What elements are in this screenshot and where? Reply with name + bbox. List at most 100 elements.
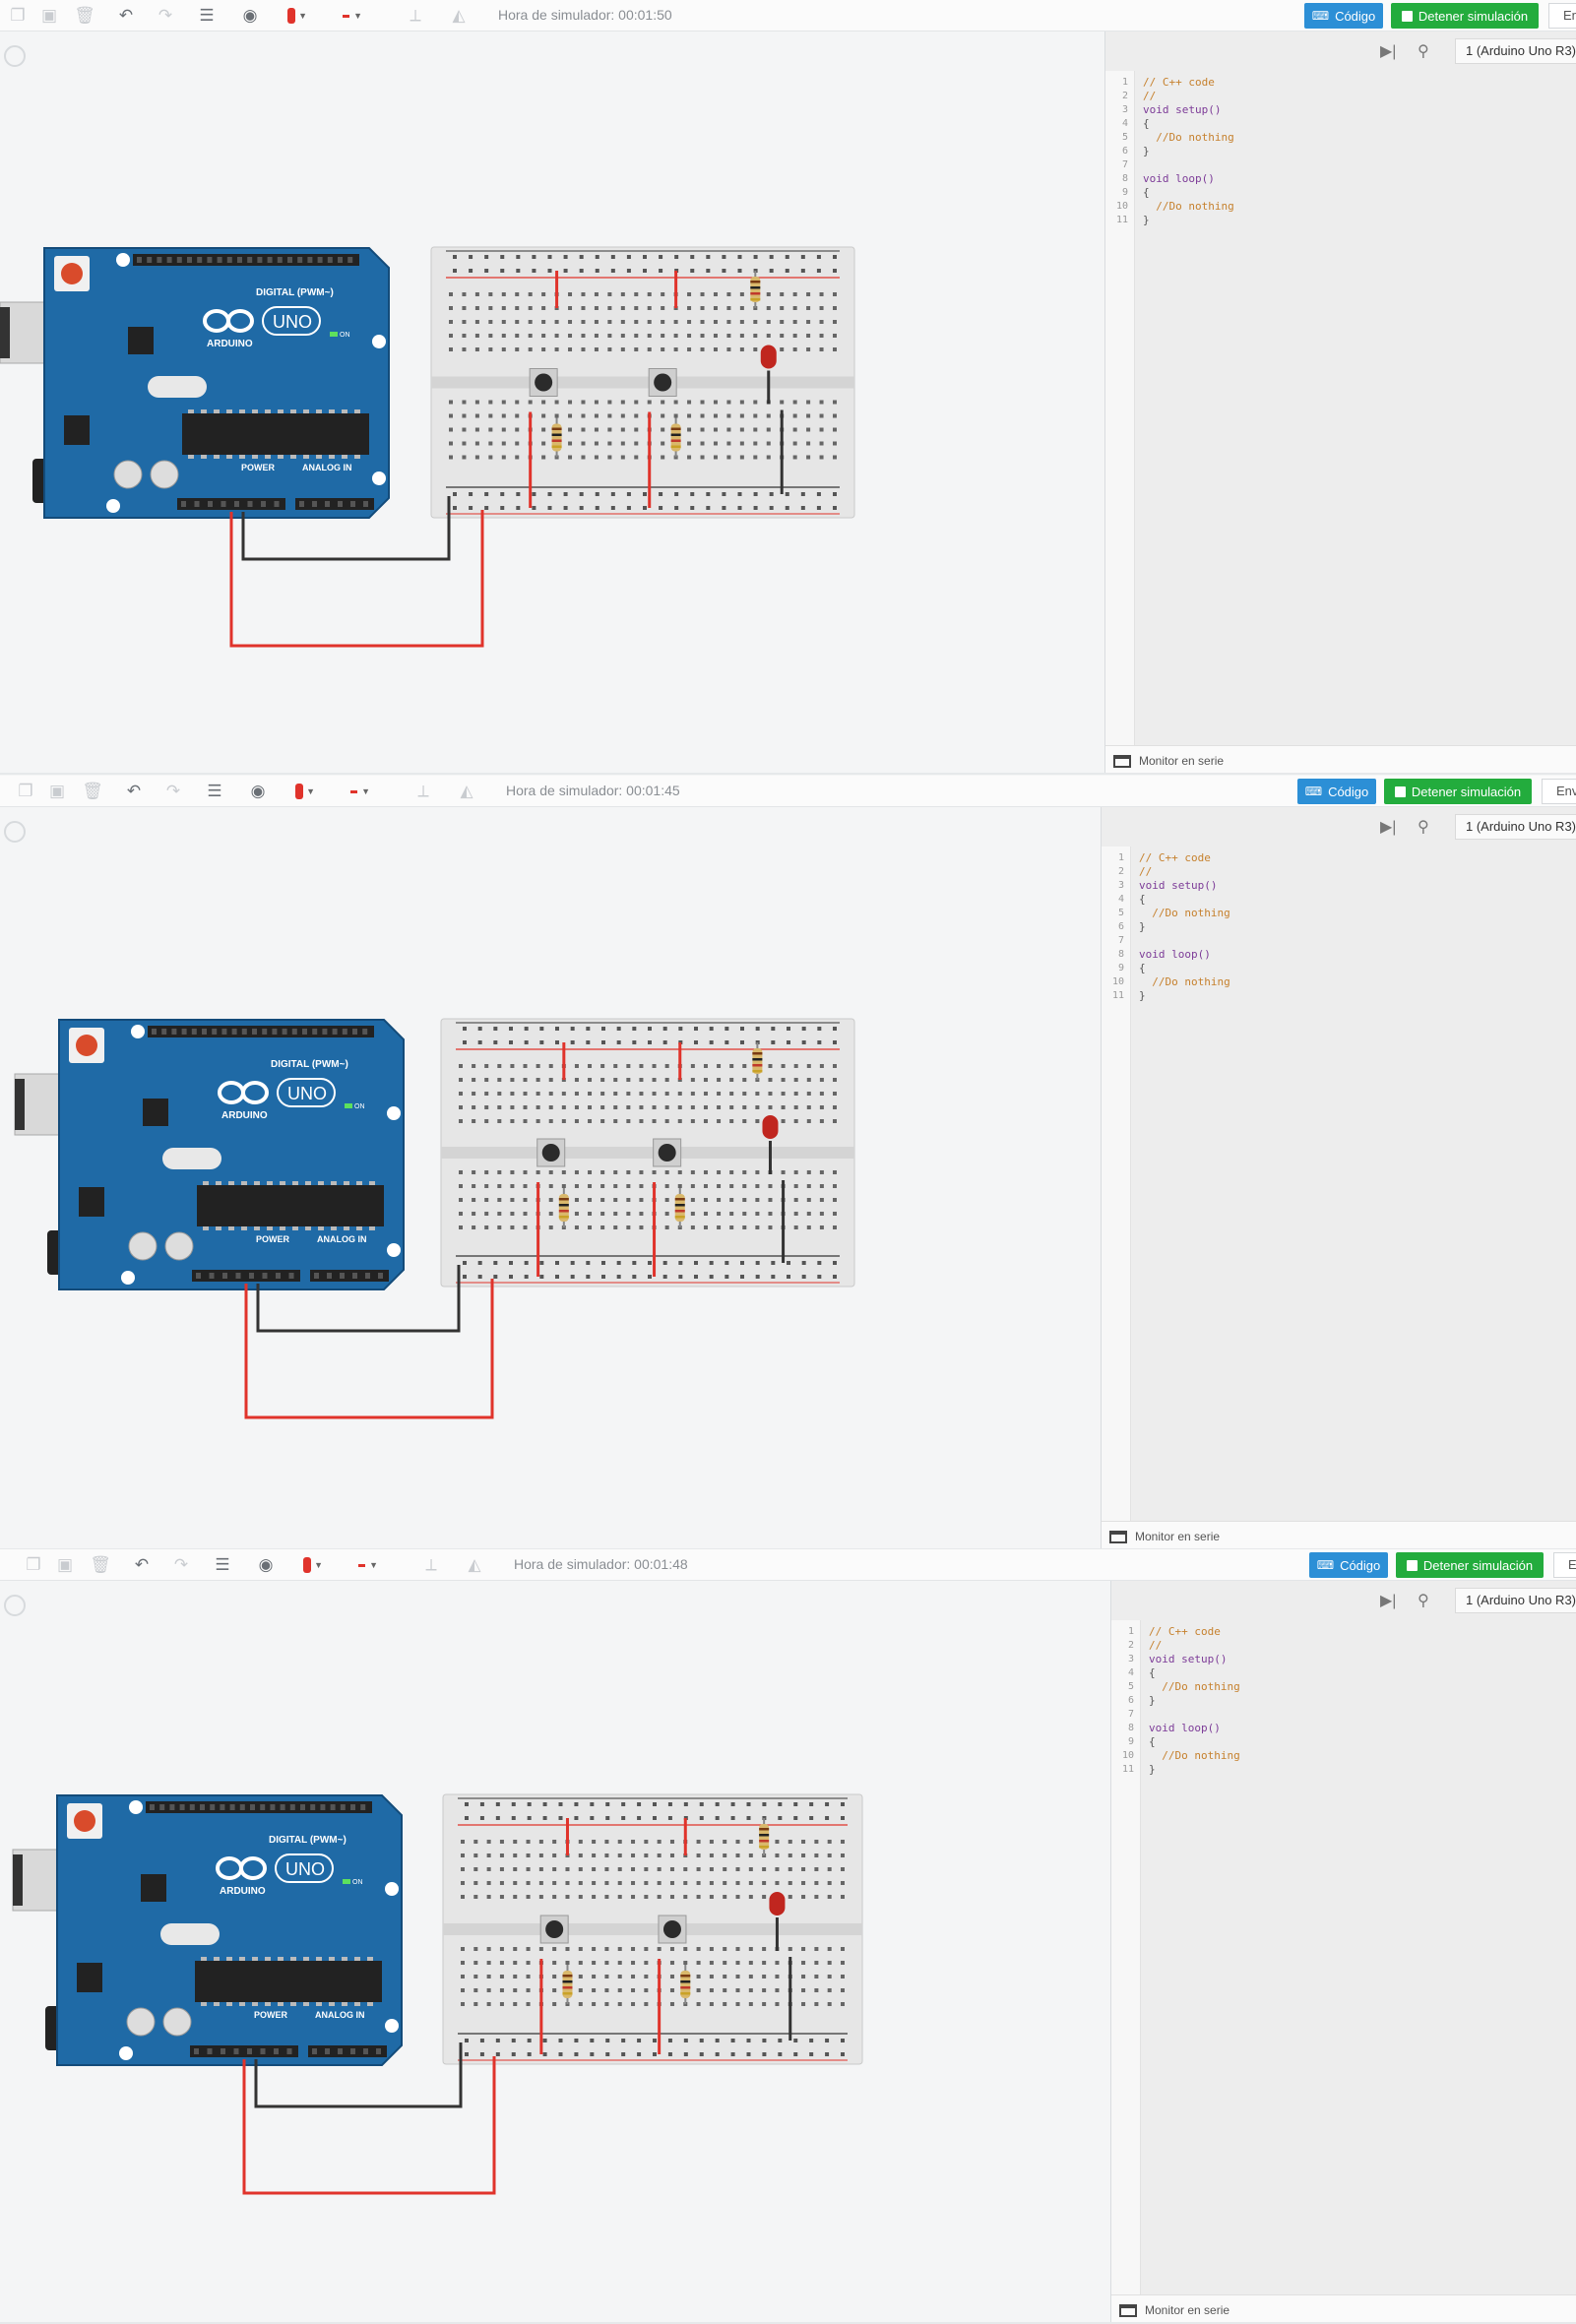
code-line: } bbox=[1149, 1694, 1156, 1707]
analog-label: ANALOG IN bbox=[317, 1234, 367, 1244]
step-icon[interactable]: ▶| bbox=[1380, 817, 1396, 837]
stop-simulation-label: Detener simulación bbox=[1411, 784, 1522, 799]
serial-monitor-label: Monitor en serie bbox=[1139, 754, 1225, 768]
code-line: // C++ code bbox=[1149, 1625, 1221, 1638]
serial-monitor-label: Monitor en serie bbox=[1135, 1530, 1221, 1543]
line-number: 7 bbox=[1127, 1709, 1134, 1720]
reset-button[interactable] bbox=[74, 1810, 95, 1832]
device-select[interactable]: 1 (Arduino Uno R3) bbox=[1455, 814, 1576, 840]
code-editor-pane: ▶| ⚲ 1 (Arduino Uno R3) 1 2 3 4 5 6 7 8 9 10 11 // C++… bbox=[1101, 807, 1576, 1548]
power-label: POWER bbox=[254, 2010, 288, 2020]
code-line: } bbox=[1143, 145, 1150, 157]
breadboard[interactable] bbox=[440, 1018, 855, 1288]
debug-icon[interactable]: ⚲ bbox=[1418, 1591, 1429, 1610]
center-channel bbox=[441, 1147, 854, 1159]
breadboard[interactable] bbox=[442, 1793, 863, 2065]
line-number: 1 bbox=[1117, 852, 1124, 863]
code-line: // bbox=[1149, 1639, 1163, 1652]
code-header: ▶| ⚲ 1 (Arduino Uno R3) bbox=[1111, 1581, 1576, 1620]
breadboard[interactable] bbox=[430, 246, 855, 519]
mount-hole bbox=[385, 2019, 399, 2033]
code-line: //Do nothing bbox=[1139, 975, 1230, 988]
center-channel bbox=[431, 376, 854, 389]
code-line: // bbox=[1143, 90, 1157, 102]
code-button-label: Código bbox=[1335, 8, 1376, 24]
code-button-label: Código bbox=[1328, 784, 1369, 799]
line-number: 6 bbox=[1127, 1695, 1134, 1706]
code-icon: ⌨ bbox=[1316, 1558, 1335, 1572]
analog-label: ANALOG IN bbox=[302, 463, 352, 472]
push-button-2[interactable] bbox=[648, 368, 677, 397]
push-button-2[interactable] bbox=[653, 1138, 682, 1167]
send-button[interactable]: Env bbox=[1553, 1552, 1576, 1578]
code-line: //Do nothing bbox=[1139, 907, 1230, 919]
stop-icon bbox=[1406, 1559, 1418, 1571]
vcc-wire[interactable] bbox=[242, 2056, 496, 2195]
vcc-wire[interactable] bbox=[244, 1279, 494, 1419]
step-icon[interactable]: ▶| bbox=[1380, 1591, 1396, 1610]
arduino-uno-board[interactable]: DIGITAL (PWM~) UNO ARDUINO ON POWER ANALOG IN bbox=[58, 1019, 405, 1290]
circuit-canvas[interactable]: DIGITAL (PWM~) UNO ARDUINO ON POWER ANALOG IN bbox=[0, 1549, 1110, 2324]
code-button[interactable]: ⌨ Código bbox=[1297, 779, 1376, 804]
code-button[interactable]: ⌨ Código bbox=[1304, 3, 1383, 29]
model-label: UNO bbox=[273, 312, 312, 332]
vcc-wire[interactable] bbox=[229, 510, 484, 648]
reset-button[interactable] bbox=[76, 1035, 97, 1056]
push-button-2[interactable] bbox=[658, 1915, 687, 1944]
arduino-uno-board[interactable]: DIGITAL (PWM~) UNO ARDUINO ON POWER ANALOG IN bbox=[43, 247, 390, 519]
arduino-uno-board[interactable]: DIGITAL (PWM~) UNO ARDUINO ON POWER ANALOG IN bbox=[56, 1794, 403, 2066]
stop-simulation-button[interactable]: Detener simulación bbox=[1396, 1552, 1544, 1578]
code-line: // C++ code bbox=[1143, 76, 1215, 89]
push-button-1[interactable] bbox=[539, 1915, 569, 1944]
simulator-panel-3: ❐ ▣ 🗑 ↶ ↷ ☰ ◉ ▼ ▼ ⟂ ◭ Hora de simulador: 00:01:48 ⌨ C… bbox=[0, 1549, 1576, 2324]
code-line: } bbox=[1149, 1763, 1156, 1776]
mount-hole bbox=[387, 1243, 401, 1257]
circuit: DIGITAL (PWM~) UNO ARDUINO ON POWER ANALOG IN bbox=[14, 1018, 855, 1419]
line-number: 9 bbox=[1121, 187, 1128, 198]
digital-label: DIGITAL (PWM~) bbox=[256, 287, 334, 298]
line-number: 2 bbox=[1117, 866, 1124, 877]
debug-icon[interactable]: ⚲ bbox=[1418, 817, 1429, 837]
analog-header bbox=[308, 2045, 387, 2057]
brand-label: ARDUINO bbox=[207, 339, 253, 349]
stop-simulation-button[interactable]: Detener simulación bbox=[1384, 779, 1532, 804]
line-number: 1 bbox=[1127, 1626, 1134, 1637]
push-button-1[interactable] bbox=[529, 368, 558, 397]
serial-monitor-bar[interactable]: Monitor en serie bbox=[1105, 745, 1576, 773]
code-line: //Do nothing bbox=[1149, 1680, 1240, 1693]
push-button-1[interactable] bbox=[536, 1138, 566, 1167]
digital-header bbox=[148, 1026, 374, 1037]
send-button[interactable]: Env bbox=[1548, 3, 1576, 29]
reset-button[interactable] bbox=[61, 263, 83, 284]
code-button[interactable]: ⌨ Código bbox=[1309, 1552, 1388, 1578]
circuit-canvas[interactable]: DIGITAL (PWM~) UNO ARDUINO ON POWER ANALOG IN bbox=[0, 0, 1104, 775]
serial-monitor-icon bbox=[1113, 755, 1131, 768]
device-select[interactable]: 1 (Arduino Uno R3) bbox=[1455, 1588, 1576, 1613]
debug-icon[interactable]: ⚲ bbox=[1418, 41, 1429, 61]
step-icon[interactable]: ▶| bbox=[1380, 41, 1396, 61]
usb-chip bbox=[143, 1099, 168, 1126]
line-number: 6 bbox=[1117, 921, 1124, 932]
capacitor bbox=[162, 2007, 192, 2037]
simulator-panel-2: ❐ ▣ 🗑 ↶ ↷ ☰ ◉ ▼ ▼ ⟂ ◭ Hora de simulador: 00:01:45 ⌨ C… bbox=[0, 776, 1576, 1550]
send-button[interactable]: Env bbox=[1542, 779, 1576, 804]
code-button-label: Código bbox=[1340, 1557, 1381, 1573]
on-label: ON bbox=[352, 1879, 363, 1886]
mount-hole bbox=[372, 335, 386, 348]
code-line: { bbox=[1139, 893, 1146, 906]
line-number: 8 bbox=[1121, 173, 1128, 184]
circuit-canvas[interactable]: DIGITAL (PWM~) UNO ARDUINO ON POWER ANALOG IN bbox=[0, 776, 1101, 1550]
mount-hole bbox=[116, 253, 130, 267]
stop-simulation-button[interactable]: Detener simulación bbox=[1391, 3, 1539, 29]
serial-monitor-bar[interactable]: Monitor en serie bbox=[1102, 1521, 1576, 1548]
circuit: DIGITAL (PWM~) UNO ARDUINO ON POWER ANALOG IN bbox=[0, 246, 855, 648]
mount-hole bbox=[106, 499, 120, 513]
serial-monitor-icon bbox=[1109, 1531, 1127, 1543]
code-line: void loop() bbox=[1139, 948, 1211, 961]
line-number: 9 bbox=[1117, 963, 1124, 974]
device-select[interactable]: 1 (Arduino Uno R3) bbox=[1455, 38, 1576, 64]
line-number: 11 bbox=[1111, 990, 1124, 1001]
analog-label: ANALOG IN bbox=[315, 2010, 365, 2020]
serial-monitor-bar[interactable]: Monitor en serie bbox=[1111, 2294, 1576, 2322]
capacitor bbox=[150, 460, 179, 489]
